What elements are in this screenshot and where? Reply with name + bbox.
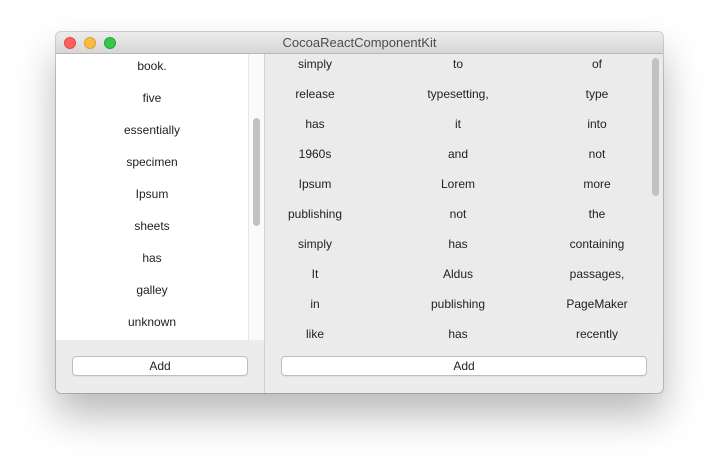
grid-cell[interactable]: recently bbox=[527, 325, 663, 340]
grid-cell[interactable]: not bbox=[527, 145, 663, 175]
grid-cell[interactable]: in bbox=[265, 295, 365, 325]
grid-cell[interactable]: publishing bbox=[396, 295, 520, 325]
left-list[interactable]: book. five essentially specimen Ipsum sheets h… bbox=[56, 54, 264, 340]
grid-cell[interactable]: release bbox=[265, 85, 365, 115]
grid-cell[interactable]: it bbox=[396, 115, 520, 145]
right-grid[interactable]: simply to of release typesetting, type has it in… bbox=[265, 54, 663, 340]
grid-cell[interactable]: into bbox=[527, 115, 663, 145]
list-item[interactable]: five bbox=[56, 88, 248, 120]
list-item[interactable]: essentially bbox=[56, 120, 248, 152]
list-item[interactable]: sheets bbox=[56, 216, 248, 248]
grid-cell[interactable]: has bbox=[265, 115, 365, 145]
grid-cell[interactable]: publishing bbox=[265, 205, 365, 235]
grid-cell[interactable]: the bbox=[527, 205, 663, 235]
list-item[interactable]: Ipsum bbox=[56, 184, 248, 216]
right-scrollbar-thumb[interactable] bbox=[652, 58, 659, 196]
grid-cell[interactable]: not bbox=[396, 205, 520, 235]
grid-cell[interactable]: has bbox=[396, 235, 520, 265]
title-bar[interactable]: CocoaReactComponentKit bbox=[56, 32, 663, 54]
list-item[interactable]: specimen bbox=[56, 152, 248, 184]
grid-cell[interactable]: simply bbox=[265, 55, 365, 85]
app-window: CocoaReactComponentKit book. five essentia… bbox=[56, 32, 663, 393]
grid-cell[interactable]: Aldus bbox=[396, 265, 520, 295]
list-item[interactable]: galley bbox=[56, 280, 248, 312]
left-add-button[interactable]: Add bbox=[72, 356, 248, 376]
grid-cell[interactable]: typesetting, bbox=[396, 85, 520, 115]
grid-cell[interactable]: has bbox=[396, 325, 520, 340]
window-title: CocoaReactComponentKit bbox=[282, 35, 437, 50]
grid-cell[interactable]: to bbox=[396, 55, 520, 85]
grid-cell[interactable]: 1960s bbox=[265, 145, 365, 175]
grid-cell[interactable]: more bbox=[527, 175, 663, 205]
grid-cell[interactable]: passages, bbox=[527, 265, 663, 295]
list-item[interactable]: unknown bbox=[56, 312, 248, 340]
grid-cell[interactable]: of bbox=[527, 55, 663, 85]
list-item[interactable]: book. bbox=[56, 56, 248, 88]
grid-cell[interactable]: like bbox=[265, 325, 365, 340]
grid-cell[interactable]: Ipsum bbox=[265, 175, 365, 205]
grid-cell[interactable]: PageMaker bbox=[527, 295, 663, 325]
grid-cell[interactable]: and bbox=[396, 145, 520, 175]
grid-cell[interactable]: Lorem bbox=[396, 175, 520, 205]
right-add-button[interactable]: Add bbox=[281, 356, 647, 376]
grid-cell[interactable]: It bbox=[265, 265, 365, 295]
left-scrollbar-thumb[interactable] bbox=[253, 118, 260, 226]
list-item[interactable]: has bbox=[56, 248, 248, 280]
grid-cell[interactable]: simply bbox=[265, 235, 365, 265]
grid-cell[interactable]: containing bbox=[527, 235, 663, 265]
grid-cell[interactable]: type bbox=[527, 85, 663, 115]
